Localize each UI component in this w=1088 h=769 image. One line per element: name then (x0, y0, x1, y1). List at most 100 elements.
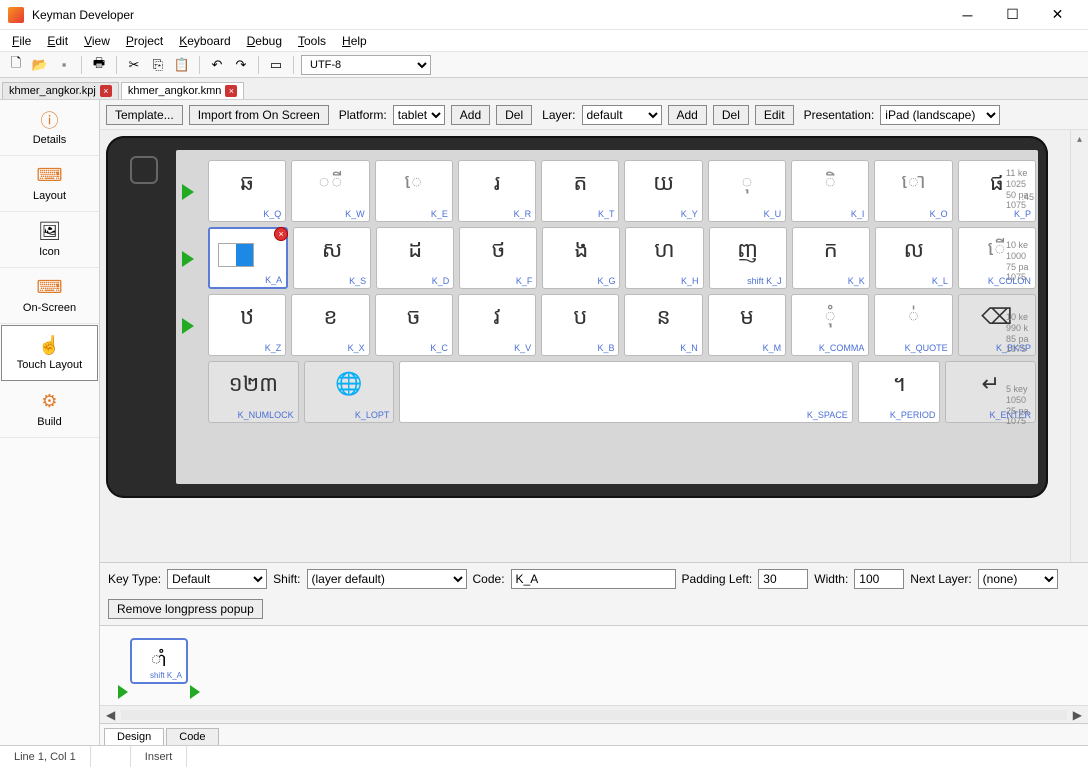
key-k_a[interactable]: K_A× (208, 227, 288, 289)
key-k_v[interactable]: វK_V (458, 294, 536, 356)
longpress-key[interactable]: ាំ shift K_A (130, 638, 188, 684)
key-k_x[interactable]: ខK_X (291, 294, 369, 356)
menu-keyboard[interactable]: Keyboard (171, 32, 238, 50)
key-k_space[interactable]: K_SPACE (399, 361, 852, 423)
key-glyph: រ (459, 167, 535, 197)
key-k_numlock[interactable]: ១២៣K_NUMLOCK (208, 361, 299, 423)
vertical-scrollbar[interactable]: ▴ (1070, 130, 1088, 562)
keytype-select[interactable]: Default (167, 569, 267, 589)
file-tab[interactable]: khmer_angkor.kpj × (2, 82, 119, 99)
key-k_t[interactable]: តK_T (541, 160, 619, 222)
platform-add-button[interactable]: Add (451, 105, 490, 125)
print-icon[interactable]: 🖶 (89, 55, 109, 75)
presentation-select[interactable]: iPad (landscape) (880, 105, 1000, 125)
layout-controls: Template... Import from On Screen Platfo… (100, 100, 1088, 130)
key-k_n[interactable]: នK_N (624, 294, 702, 356)
undo-icon[interactable]: ↶ (207, 55, 227, 75)
menu-debug[interactable]: Debug (239, 32, 290, 50)
key-k_d[interactable]: ដK_D (376, 227, 454, 289)
sidebar-item-touchlayout[interactable]: ☝ Touch Layout (1, 325, 98, 381)
menu-project[interactable]: Project (118, 32, 171, 50)
code-input[interactable] (511, 569, 676, 589)
run-icon[interactable]: ▭ (266, 55, 286, 75)
maximize-button[interactable]: ☐ (990, 0, 1035, 30)
menu-file[interactable]: File (4, 32, 39, 50)
close-tab-icon[interactable]: × (100, 85, 112, 97)
key-glyph: ង (543, 234, 619, 264)
key-k_r[interactable]: រK_R (458, 160, 536, 222)
key-code: K_PERIOD (890, 410, 936, 420)
menu-tools[interactable]: Tools (290, 32, 334, 50)
template-button[interactable]: Template... (106, 105, 183, 125)
key-k_period[interactable]: ។K_PERIOD (858, 361, 941, 423)
save-icon[interactable]: ▪ (54, 55, 74, 75)
paste-icon[interactable]: 📋 (172, 55, 192, 75)
minimize-button[interactable]: ─ (945, 0, 990, 30)
key-k_m[interactable]: មK_M (708, 294, 786, 356)
open-icon[interactable]: 📂 (30, 55, 50, 75)
width-input[interactable] (854, 569, 904, 589)
key-k_z[interactable]: ឋK_Z (208, 294, 286, 356)
sidebar-item-icon[interactable]: 🖼 Icon (0, 212, 99, 268)
shift-select[interactable]: (layer default) (307, 569, 467, 589)
horizontal-scrollbar[interactable]: ◀ ▶ (100, 705, 1088, 723)
toolbar: 🗋 📂 ▪ 🖶 ✂ ⎘ 📋 ↶ ↷ ▭ UTF-8 (0, 52, 1088, 78)
import-button[interactable]: Import from On Screen (189, 105, 329, 125)
close-button[interactable]: ✕ (1035, 0, 1080, 30)
add-left-icon[interactable] (118, 685, 128, 699)
key-k_u[interactable]: ◌ុK_U (708, 160, 786, 222)
key-k_s[interactable]: សK_S (293, 227, 371, 289)
key-k_b[interactable]: បK_B (541, 294, 619, 356)
key-k_h[interactable]: ហK_H (625, 227, 703, 289)
scroll-right-icon[interactable]: ▶ (1073, 708, 1082, 722)
key-k_w[interactable]: ◌឵ីK_W (291, 160, 369, 222)
key-k_k[interactable]: កK_K (792, 227, 870, 289)
key-k_l[interactable]: លK_L (875, 227, 953, 289)
key-k_q[interactable]: ឆK_Q (208, 160, 286, 222)
padleft-input[interactable] (758, 569, 808, 589)
close-tab-icon[interactable]: × (225, 85, 237, 97)
redo-icon[interactable]: ↷ (231, 55, 251, 75)
menu-help[interactable]: Help (334, 32, 375, 50)
delete-key-icon[interactable]: × (274, 227, 288, 241)
sidebar-item-layout[interactable]: ⌨ Layout (0, 156, 99, 212)
tab-design[interactable]: Design (104, 728, 164, 745)
platform-del-button[interactable]: Del (496, 105, 532, 125)
key-glyph: ◌ិ (792, 167, 868, 194)
key-k_f[interactable]: ថK_F (459, 227, 537, 289)
nextlayer-select[interactable]: (none) (978, 569, 1058, 589)
sidebar-item-details[interactable]: ⓘ Details (0, 100, 99, 156)
remove-longpress-button[interactable]: Remove longpress popup (108, 599, 263, 619)
tab-code[interactable]: Code (166, 728, 218, 745)
key-k_lopt[interactable]: 🌐K_LOPT (304, 361, 395, 423)
key-code: K_X (348, 343, 365, 353)
key-k_g[interactable]: ងK_G (542, 227, 620, 289)
platform-select[interactable]: tablet (393, 105, 445, 125)
width-label: Width: (814, 572, 848, 586)
key-k_i[interactable]: ◌ិK_I (791, 160, 869, 222)
menu-edit[interactable]: Edit (39, 32, 76, 50)
new-icon[interactable]: 🗋 (6, 55, 26, 75)
cut-icon[interactable]: ✂ (124, 55, 144, 75)
layer-del-button[interactable]: Del (713, 105, 749, 125)
key-glyph: ថ (460, 234, 536, 264)
copy-icon[interactable]: ⎘ (148, 55, 168, 75)
layer-edit-button[interactable]: Edit (755, 105, 794, 125)
key-k_o[interactable]: ោK_O (874, 160, 952, 222)
sidebar-item-build[interactable]: ⚙ Build (0, 382, 99, 438)
key-shift-k_j[interactable]: ញshift K_J (709, 227, 787, 289)
key-k_y[interactable]: យK_Y (624, 160, 702, 222)
menu-view[interactable]: View (76, 32, 118, 50)
file-tab[interactable]: khmer_angkor.kmn × (121, 82, 245, 99)
scroll-left-icon[interactable]: ◀ (106, 708, 115, 722)
key-k_comma[interactable]: ◌ុំK_COMMA (791, 294, 869, 356)
encoding-select[interactable]: UTF-8 (301, 55, 431, 75)
layer-select[interactable]: default (582, 105, 662, 125)
sidebar-item-onscreen[interactable]: ⌨ On-Screen (0, 268, 99, 324)
layer-add-button[interactable]: Add (668, 105, 707, 125)
key-k_c[interactable]: ចK_C (375, 294, 453, 356)
add-right-icon[interactable] (190, 685, 200, 699)
key-glyph: ឆ (209, 167, 285, 197)
key-k_quote[interactable]: ◌់K_QUOTE (874, 294, 952, 356)
key-k_e[interactable]: េK_E (375, 160, 453, 222)
